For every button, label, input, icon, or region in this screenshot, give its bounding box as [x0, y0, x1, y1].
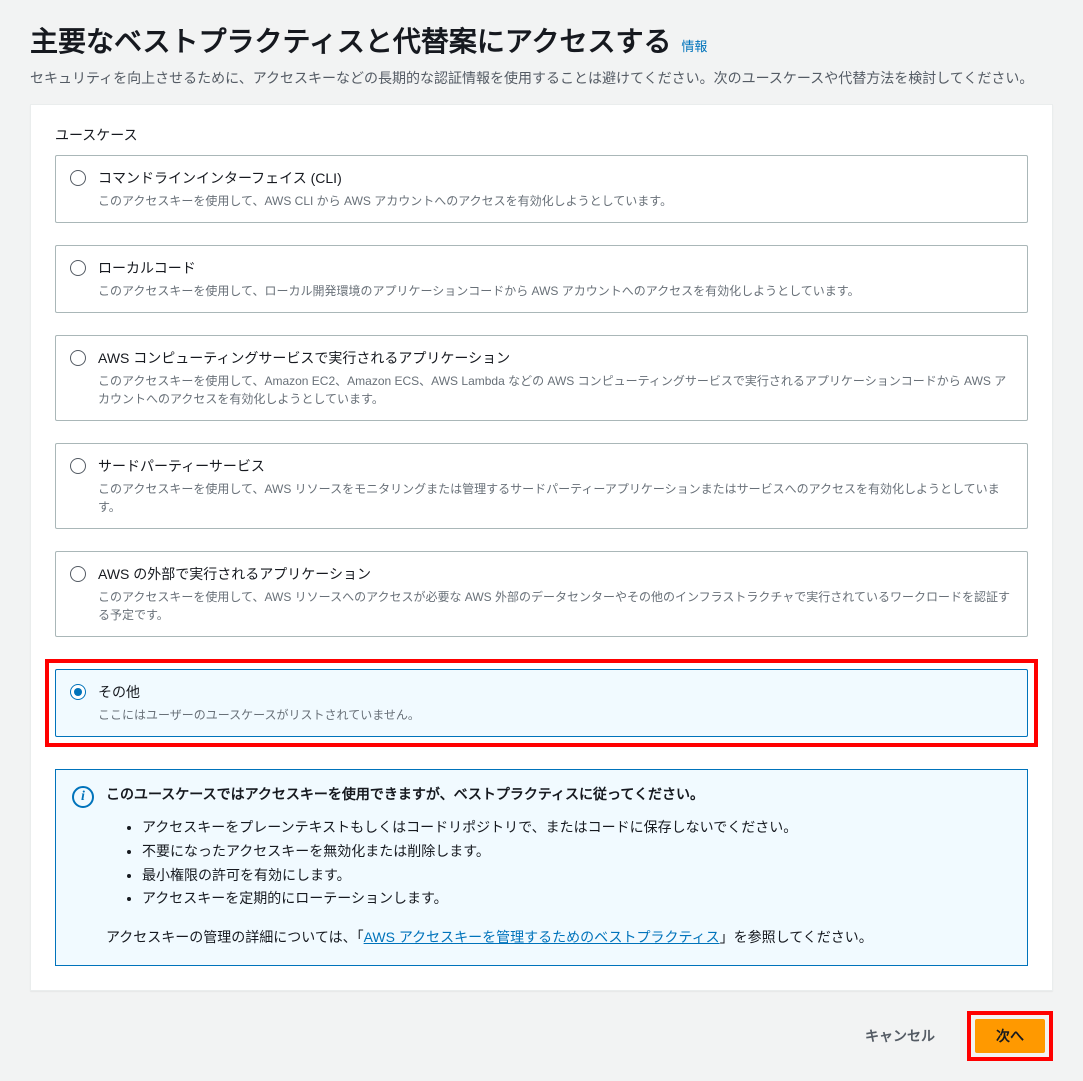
- radio-icon: [70, 566, 86, 582]
- radio-desc: このアクセスキーを使用して、AWS リソースへのアクセスが必要な AWS 外部の…: [98, 588, 1013, 624]
- radio-title: コマンドラインインターフェイス (CLI): [98, 168, 1013, 188]
- radio-desc: このアクセスキーを使用して、ローカル開発環境のアプリケーションコードから AWS…: [98, 282, 1013, 300]
- radio-desc: このアクセスキーを使用して、AWS リソースをモニタリングまたは管理するサードパ…: [98, 480, 1013, 516]
- page-title: 主要なベストプラクティスと代替案にアクセスする: [30, 26, 671, 57]
- radio-icon: [70, 458, 86, 474]
- next-button[interactable]: 次へ: [975, 1019, 1045, 1053]
- page-subtitle: セキュリティを向上させるために、アクセスキーなどの長期的な認証情報を使用すること…: [30, 68, 1053, 88]
- section-label: ユースケース: [55, 125, 1028, 145]
- radio-title: その他: [98, 682, 1013, 702]
- alert-bullet: アクセスキーを定期的にローテーションします。: [142, 887, 1011, 911]
- radio-option-local-code[interactable]: ローカルコード このアクセスキーを使用して、ローカル開発環境のアプリケーションコ…: [55, 245, 1028, 313]
- radio-icon: [70, 350, 86, 366]
- wizard-actions: キャンセル 次へ: [30, 1011, 1053, 1061]
- radio-icon: [70, 684, 86, 700]
- radio-option-compute-app[interactable]: AWS コンピューティングサービスで実行されるアプリケーション このアクセスキー…: [55, 335, 1028, 421]
- radio-title: ローカルコード: [98, 258, 1013, 278]
- best-practices-alert: i このユースケースではアクセスキーを使用できますが、ベストプラクティスに従って…: [55, 769, 1028, 966]
- radio-option-other[interactable]: その他 ここにはユーザーのユースケースがリストされていません。: [55, 669, 1028, 737]
- alert-footer: アクセスキーの管理の詳細については、「AWS アクセスキーを管理するためのベスト…: [106, 927, 1011, 947]
- radio-title: AWS の外部で実行されるアプリケーション: [98, 564, 1013, 584]
- radio-desc: このアクセスキーを使用して、AWS CLI から AWS アカウントへのアクセス…: [98, 192, 1013, 210]
- highlight-annotation-next: 次へ: [967, 1011, 1053, 1061]
- cancel-button[interactable]: キャンセル: [845, 1020, 955, 1052]
- radio-desc: ここにはユーザーのユースケースがリストされていません。: [98, 706, 1013, 724]
- usecase-panel: ユースケース コマンドラインインターフェイス (CLI) このアクセスキーを使用…: [30, 104, 1053, 991]
- radio-option-external-app[interactable]: AWS の外部で実行されるアプリケーション このアクセスキーを使用して、AWS …: [55, 551, 1028, 637]
- radio-option-cli[interactable]: コマンドラインインターフェイス (CLI) このアクセスキーを使用して、AWS …: [55, 155, 1028, 223]
- alert-bullet-list: アクセスキーをプレーンテキストもしくはコードリポジトリで、またはコードに保存しな…: [142, 816, 1011, 911]
- alert-bullet: アクセスキーをプレーンテキストもしくはコードリポジトリで、またはコードに保存しな…: [142, 816, 1011, 840]
- highlight-annotation: その他 ここにはユーザーのユースケースがリストされていません。: [45, 659, 1038, 747]
- best-practices-link[interactable]: AWS アクセスキーを管理するためのベストプラクティス: [364, 929, 720, 945]
- radio-title: サードパーティーサービス: [98, 456, 1013, 476]
- info-link[interactable]: 情報: [681, 39, 707, 54]
- radio-icon: [70, 170, 86, 186]
- alert-title: このユースケースではアクセスキーを使用できますが、ベストプラクティスに従ってくだ…: [106, 784, 1011, 804]
- page-header: 主要なベストプラクティスと代替案にアクセスする 情報 セキュリティを向上させるた…: [30, 20, 1053, 88]
- radio-option-third-party[interactable]: サードパーティーサービス このアクセスキーを使用して、AWS リソースをモニタリ…: [55, 443, 1028, 529]
- alert-footer-suffix: 」を参照してください。: [720, 929, 873, 945]
- radio-title: AWS コンピューティングサービスで実行されるアプリケーション: [98, 348, 1013, 368]
- radio-desc: このアクセスキーを使用して、Amazon EC2、Amazon ECS、AWS …: [98, 372, 1013, 408]
- info-icon: i: [72, 786, 94, 808]
- alert-bullet: 不要になったアクセスキーを無効化または削除します。: [142, 840, 1011, 864]
- alert-footer-prefix: アクセスキーの管理の詳細については、「: [106, 929, 364, 945]
- alert-bullet: 最小権限の許可を有効にします。: [142, 864, 1011, 888]
- radio-icon: [70, 260, 86, 276]
